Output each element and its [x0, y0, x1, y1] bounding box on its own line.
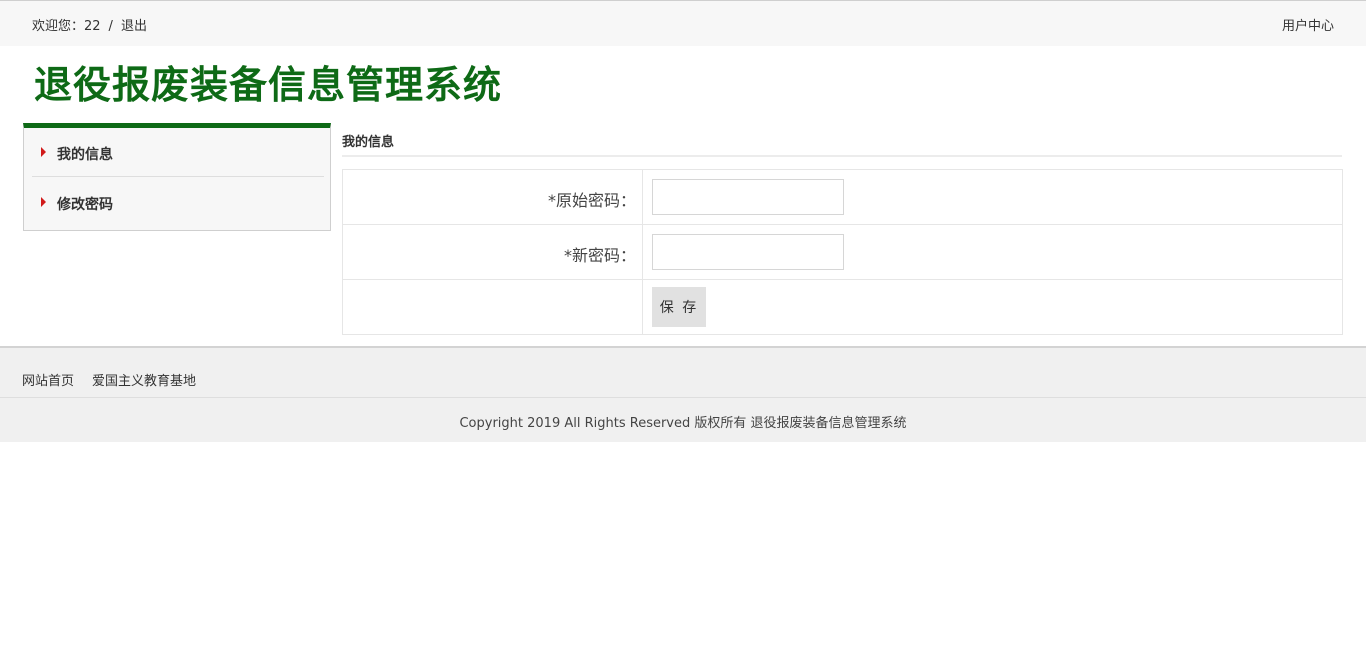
form-row-new-password: *新密码： — [343, 225, 1342, 280]
triangle-right-icon — [41, 147, 46, 157]
new-password-input[interactable] — [652, 234, 844, 270]
label-cell — [343, 280, 643, 334]
sidebar-item-label: 修改密码 — [57, 197, 113, 213]
password-form: *原始密码： *新密码： 保 存 — [342, 169, 1343, 335]
old-password-input[interactable] — [652, 179, 844, 215]
new-password-label: *新密码： — [563, 246, 636, 265]
footer-nav: 网站首页 爱国主义教育基地 — [0, 346, 1366, 398]
section-title: 我的信息 — [342, 131, 1342, 157]
old-password-label: *原始密码： — [547, 191, 636, 210]
save-button[interactable]: 保 存 — [652, 287, 706, 327]
sidebar-item-change-password[interactable]: 修改密码 — [32, 178, 324, 227]
top-bar: 欢迎您：22 / 退出 用户中心 — [0, 0, 1366, 46]
logout-link[interactable]: 退出 — [121, 19, 147, 34]
welcome-text: 欢迎您：22 — [32, 19, 101, 34]
sidebar-item-my-info[interactable]: 我的信息 — [32, 128, 324, 177]
site-title: 退役报废装备信息管理系统 — [34, 63, 503, 107]
sidebar-item-label: 我的信息 — [57, 147, 113, 163]
user-center-link[interactable]: 用户中心 — [1282, 15, 1334, 34]
label-cell: *原始密码： — [343, 170, 643, 224]
footer-link-home[interactable]: 网站首页 — [22, 374, 74, 389]
triangle-right-icon — [41, 197, 46, 207]
label-cell: *新密码： — [343, 225, 643, 279]
top-bar-left: 欢迎您：22 / 退出 — [32, 15, 147, 34]
footer-link-education-base[interactable]: 爱国主义教育基地 — [92, 374, 196, 389]
footer-links: 网站首页 爱国主义教育基地 — [22, 370, 214, 389]
form-row-old-password: *原始密码： — [343, 170, 1342, 225]
form-row-actions: 保 存 — [343, 280, 1342, 334]
copyright-text: Copyright 2019 All Rights Reserved 版权所有 … — [0, 398, 1366, 442]
separator: / — [108, 19, 113, 34]
sidebar: 我的信息 修改密码 — [23, 123, 331, 231]
